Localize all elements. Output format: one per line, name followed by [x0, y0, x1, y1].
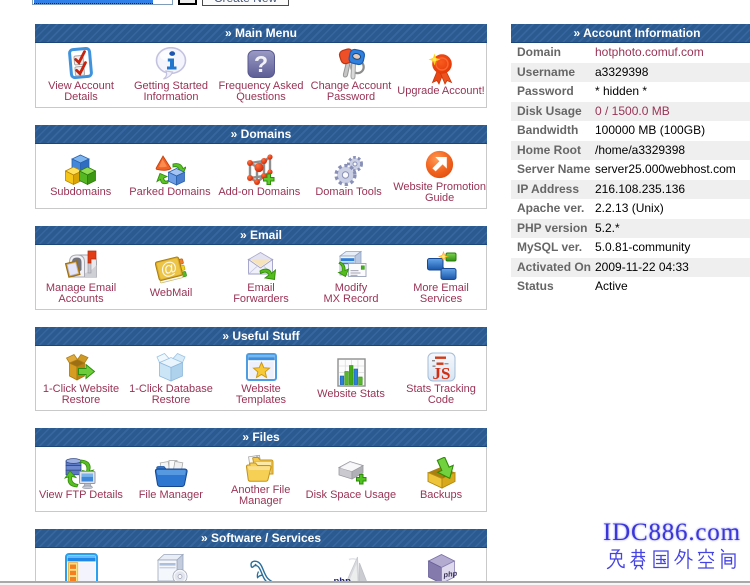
svg-text:?: ? [253, 51, 267, 77]
svg-text:php: php [441, 568, 456, 579]
svg-text:JS: JS [432, 364, 450, 382]
